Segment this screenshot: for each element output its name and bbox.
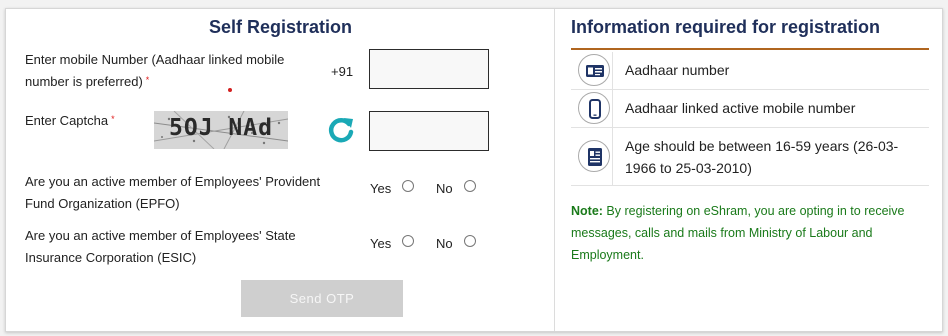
self-registration-title: Self Registration	[209, 17, 353, 37]
info-item-text: Aadhaar number	[625, 62, 730, 78]
note-line1: By registering on eShram, you are opting…	[602, 204, 905, 218]
captcha-label: Enter Captcha *	[25, 110, 115, 132]
mobile-number-input[interactable]	[369, 49, 489, 89]
mobile-label-line1: Enter mobile Number (Aadhaar linked mobi…	[25, 52, 285, 67]
epfo-no-label: No	[436, 181, 453, 196]
panel-divider	[554, 9, 555, 331]
captcha-image: 5OJ NAd	[154, 111, 288, 149]
captcha-text: 5OJ NAd	[169, 115, 273, 141]
note-line3: Employment.	[571, 248, 644, 262]
mobile-phone-icon	[589, 99, 601, 119]
registration-card: Self Registration Enter mobile Number (A…	[5, 8, 943, 332]
country-code-prefix: +91	[331, 64, 354, 79]
info-item-text: Aadhaar linked active mobile number	[625, 100, 856, 116]
age-text-line1: Age should be between 16-59 years (26-03…	[625, 138, 899, 154]
epfo-question-line2: Fund Organization (EPFO)	[25, 196, 180, 211]
age-text-line2: 1966 to 25-03-2010)	[625, 160, 752, 176]
epfo-no-radio[interactable]	[464, 180, 476, 192]
id-card-icon	[588, 148, 602, 166]
esic-no-label: No	[436, 236, 453, 251]
title-underline	[571, 48, 929, 50]
note-label: Note:	[571, 204, 603, 218]
esic-question-line2: Insurance Corporation (ESIC)	[25, 250, 197, 265]
epfo-question: Are you an active member of Employees' P…	[25, 171, 320, 215]
registration-note: Note: By registering on eShram, you are …	[571, 200, 936, 266]
esic-no-radio[interactable]	[464, 235, 476, 247]
required-mark: *	[145, 75, 150, 85]
captcha-input[interactable]	[369, 111, 489, 151]
mobile-label-line2: number is preferred)	[25, 74, 143, 89]
epfo-yes-radio[interactable]	[402, 180, 414, 192]
required-mark: *	[111, 114, 115, 124]
info-item-text: Age should be between 16-59 years (26-03…	[625, 135, 920, 179]
red-dot-marker	[228, 88, 232, 92]
esic-yes-label: Yes	[370, 236, 392, 251]
info-required-list: Aadhaar number Aadhaar linked active mob…	[571, 52, 929, 186]
info-required-title: Information required for registration	[571, 17, 881, 37]
mobile-label: Enter mobile Number (Aadhaar linked mobi…	[25, 49, 284, 93]
epfo-yes-label: Yes	[370, 181, 392, 196]
info-item-age: Age should be between 16-59 years (26-03…	[571, 128, 929, 186]
info-item-mobile: Aadhaar linked active mobile number	[571, 90, 929, 128]
refresh-captcha-icon[interactable]	[327, 115, 355, 143]
info-item-aadhaar: Aadhaar number	[571, 52, 929, 90]
epfo-question-line1: Are you an active member of Employees' P…	[25, 174, 321, 189]
send-otp-button[interactable]: Send OTP	[241, 280, 403, 317]
esic-yes-radio[interactable]	[402, 235, 414, 247]
captcha-label-text: Enter Captcha	[25, 113, 109, 128]
note-line2: messages, calls and mails from Ministry …	[571, 226, 873, 240]
esic-question: Are you an active member of Employees' S…	[25, 225, 296, 269]
id-card-icon	[586, 65, 604, 77]
esic-question-line1: Are you an active member of Employees' S…	[25, 228, 296, 243]
